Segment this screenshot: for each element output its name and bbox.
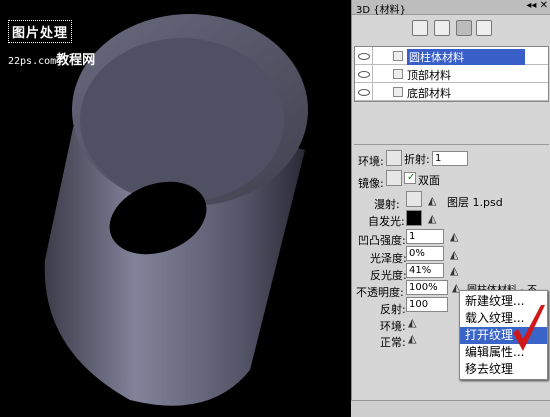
list-item[interactable]: 底部材料 (355, 83, 548, 101)
panel-controls[interactable]: ◂◂ ✕ (526, 0, 548, 11)
diffuse-label: 漫射: (374, 198, 400, 211)
menu-item-remove-texture[interactable]: 移去纹理 (460, 361, 547, 378)
texture-icon[interactable]: ◭ (428, 194, 442, 207)
selfillum-swatch[interactable] (406, 210, 422, 226)
watermark-line1: 图片处理 (8, 20, 73, 43)
material-swatch (393, 69, 403, 79)
panel-tab[interactable]: 3D {材料} (356, 1, 406, 16)
shine-input[interactable]: 41% (406, 263, 444, 278)
opacity-label: 不透明度: (356, 286, 404, 299)
bump-input[interactable]: 1 (406, 229, 444, 244)
texture-icon[interactable]: ◭ (450, 230, 464, 243)
mirror-label: 镜像: (358, 177, 384, 190)
bump-label: 凹凸强度: (358, 234, 406, 247)
reflect-label: 反射: (380, 303, 406, 316)
double-checkbox[interactable]: ✓ (404, 172, 416, 184)
material-swatch (393, 87, 403, 97)
mirror-swatch[interactable] (386, 170, 402, 186)
env-swatch[interactable] (386, 150, 402, 166)
material-swatch (393, 51, 403, 61)
eye-icon[interactable] (355, 83, 373, 100)
list-item[interactable]: 顶部材料 (355, 65, 548, 83)
material-icon[interactable] (456, 20, 472, 36)
eye-icon[interactable] (355, 65, 373, 82)
shine-label: 反光度: (370, 269, 407, 282)
texture-icon[interactable]: ◭ (408, 316, 422, 329)
mesh-icon[interactable] (434, 20, 450, 36)
divider (354, 144, 549, 145)
environment-label: 环境: (380, 320, 406, 333)
gloss-label: 光泽度: (370, 252, 407, 265)
double-label: 双面 (418, 174, 440, 187)
refract-label: 折射: (404, 153, 430, 166)
diffuse-file: 图层 1.psd (447, 196, 503, 209)
opacity-input[interactable]: 100% (406, 280, 448, 295)
list-item[interactable]: 圆柱体材料 (355, 47, 548, 65)
scene-icon[interactable] (412, 20, 428, 36)
diffuse-swatch[interactable] (406, 191, 422, 207)
reflect-input[interactable]: 100 (406, 297, 448, 312)
texture-icon[interactable]: ◭ (450, 248, 464, 261)
watermark-line2: 22ps.com教程网 (8, 53, 96, 68)
check-mark-icon (513, 305, 545, 351)
normal-label: 正常: (380, 336, 406, 349)
selfillum-label: 自发光: (368, 215, 405, 228)
watermark: 图片处理 22ps.com教程网 (8, 20, 95, 68)
panel-titlebar: 3D {材料} ◂◂ ✕ (352, 0, 550, 16)
panel-footer (351, 400, 550, 417)
refract-input[interactable]: 1 (432, 151, 468, 166)
eye-icon[interactable] (355, 47, 373, 64)
texture-icon[interactable]: ◭ (408, 332, 422, 345)
env-label: 环境: (358, 155, 384, 168)
panel-toolbar (352, 16, 550, 40)
cylinder-inner (80, 38, 284, 202)
texture-icon[interactable]: ◭ (428, 212, 442, 225)
material-list: 圆柱体材料 顶部材料 底部材料 (354, 46, 549, 102)
gloss-input[interactable]: 0% (406, 246, 444, 261)
light-icon[interactable] (476, 20, 492, 36)
texture-icon[interactable]: ◭ (450, 264, 464, 277)
